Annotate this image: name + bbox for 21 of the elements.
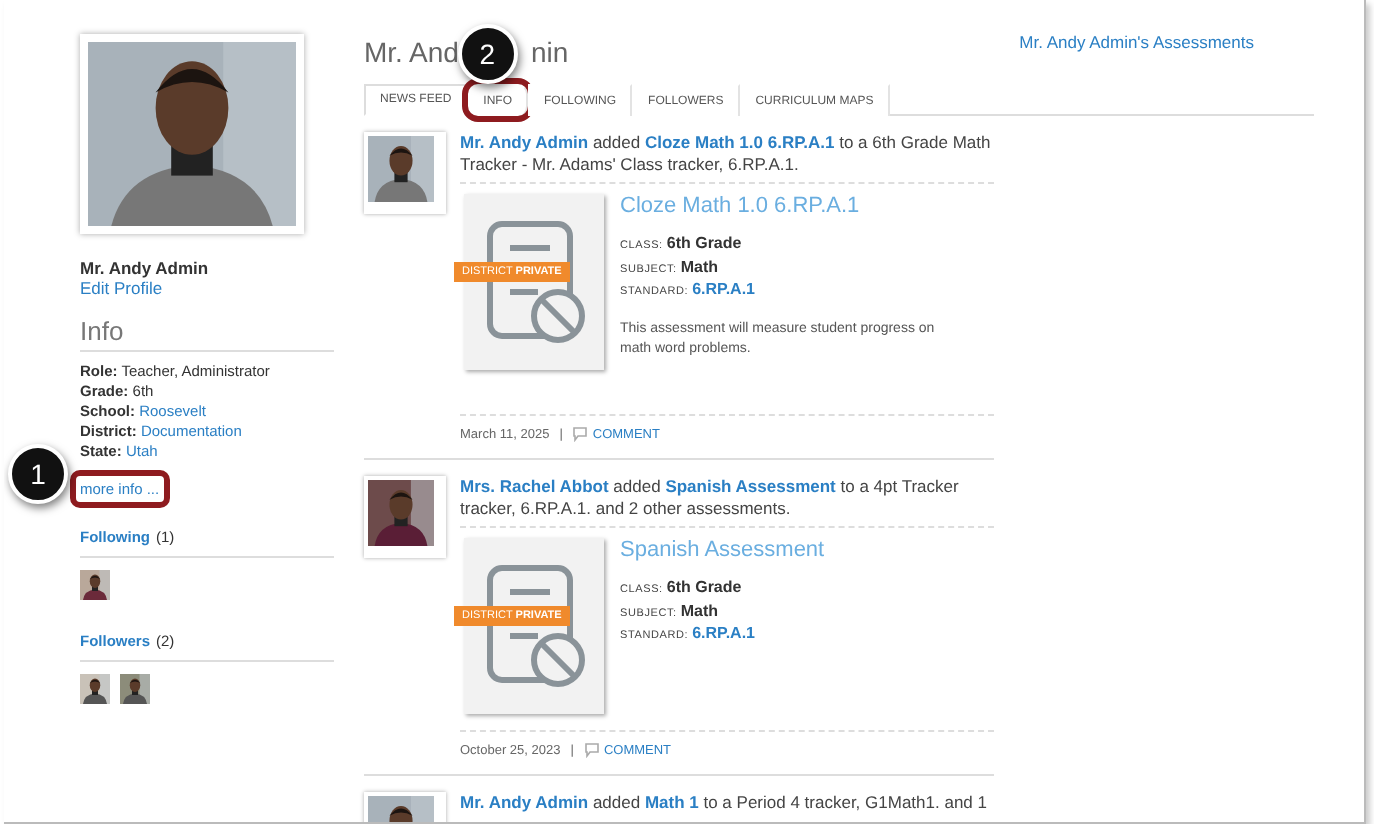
activity-link[interactable]: Mrs. Rachel Abbot [460,476,609,496]
activity-sentence: Mr. Andy Admin added Math 1 to a Period 4 tracker, G1Math1. and 1 [460,792,994,822]
activity-link[interactable]: Cloze Math 1.0 6.RP.A.1 [644,132,835,152]
activity-sentence: Mr. Andy Admin added Cloze Math 1.0 6.RP.A.1 to a 6th Grade Math Tracker - Mr. Adams' Class tracker, 6.RP.A.1. [460,132,994,184]
assessments-link[interactable]: Mr. Andy Admin's Assessments [1019,32,1254,52]
step-callout: 1 [8,444,68,504]
profile-name: Mr. Andy Admin [80,258,211,278]
assessment-title[interactable]: Cloze Math 1.0 6.RP.A.1 [620,194,960,218]
info-heading: Info [80,316,334,352]
activity-link[interactable]: Math 1 [644,792,699,812]
comment-icon [572,426,589,442]
page-title: nin [530,36,569,68]
comment-icon [583,742,600,758]
page-title: Mr. And [364,36,459,68]
edit-profile-link[interactable]: Edit Profile [80,278,334,298]
step-callout: 2 [457,24,518,84]
activity-link[interactable]: Spanish Assessment [665,476,836,496]
activity-sentence: Mrs. Rachel Abbot added Spanish Assessment to a 4pt Tracker tracker, 6.RP.A.1. and 2 other assessments. [460,476,994,528]
assessment-title[interactable]: Spanish Assessment [620,538,825,562]
activity-link[interactable]: Mr. Andy Admin [460,132,589,152]
activity-link[interactable]: Mr. Andy Admin [460,792,589,812]
